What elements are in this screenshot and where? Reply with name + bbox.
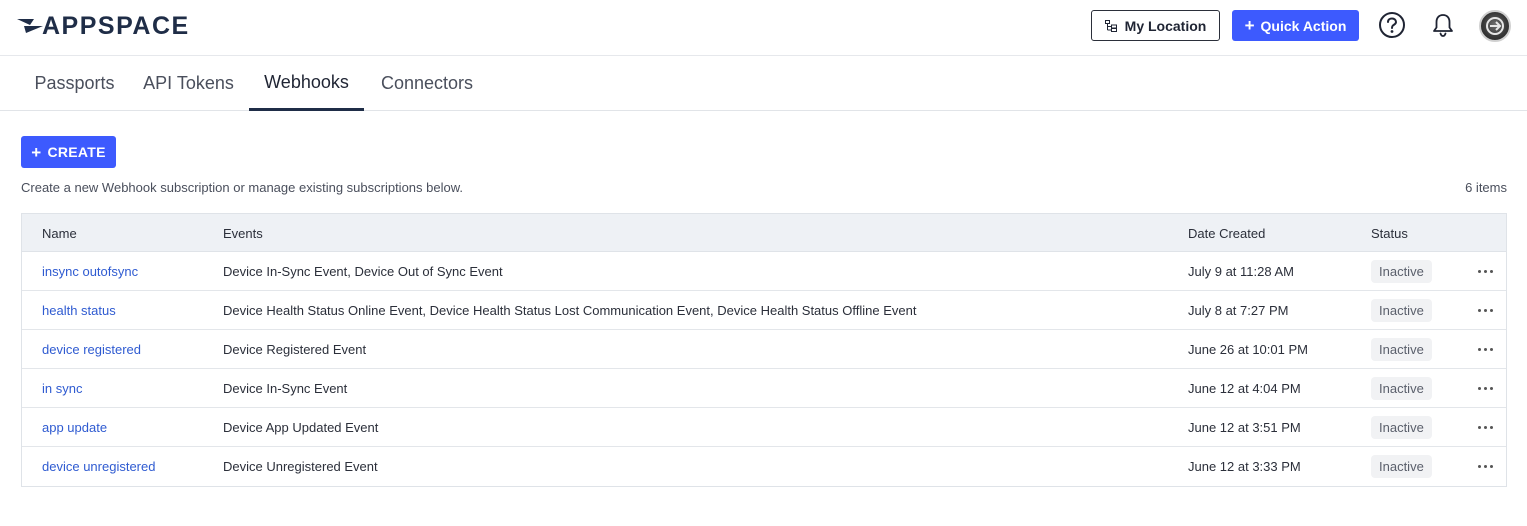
create-button[interactable]: + CREATE bbox=[21, 136, 116, 168]
webhook-name-link[interactable]: device registered bbox=[42, 330, 141, 369]
logo-text: APPSPACE bbox=[42, 11, 190, 40]
status-badge: Inactive bbox=[1371, 377, 1432, 400]
page-description: Create a new Webhook subscription or man… bbox=[21, 180, 463, 195]
column-header-date-created[interactable]: Date Created bbox=[1188, 214, 1265, 252]
webhook-events: Device App Updated Event bbox=[223, 420, 379, 435]
tab-connectors[interactable]: Connectors bbox=[366, 56, 488, 111]
my-location-label: My Location bbox=[1124, 17, 1207, 34]
column-header-events[interactable]: Events bbox=[223, 214, 263, 252]
webhook-events: Device Health Status Online Event, Devic… bbox=[223, 303, 917, 318]
quick-action-label: Quick Action bbox=[1260, 17, 1347, 34]
more-options-icon[interactable] bbox=[1474, 291, 1496, 330]
tab-webhooks[interactable]: Webhooks bbox=[249, 56, 364, 111]
webhook-name-link[interactable]: insync outofsync bbox=[42, 252, 138, 291]
webhook-name-link[interactable]: app update bbox=[42, 408, 107, 447]
table-header: Name Events Date Created Status bbox=[22, 214, 1506, 252]
webhook-events: Device In-Sync Event, Device Out of Sync… bbox=[223, 264, 503, 279]
webhook-date-created: June 12 at 3:51 PM bbox=[1188, 420, 1301, 435]
table-row[interactable]: in sync Device In-Sync Event June 12 at … bbox=[22, 369, 1506, 408]
more-options-icon[interactable] bbox=[1474, 408, 1496, 447]
webhook-events: Device In-Sync Event bbox=[223, 381, 348, 396]
top-bar: APPSPACE My Location + Quick Action bbox=[0, 0, 1527, 56]
status-badge: Inactive bbox=[1371, 455, 1432, 478]
quick-action-button[interactable]: + Quick Action bbox=[1232, 10, 1359, 41]
more-options-icon[interactable] bbox=[1474, 330, 1496, 369]
tab-api-tokens[interactable]: API Tokens bbox=[130, 56, 247, 111]
create-label: CREATE bbox=[47, 144, 106, 160]
item-count: 6 items bbox=[1465, 180, 1507, 195]
status-badge: Inactive bbox=[1371, 260, 1432, 283]
table-row[interactable]: health status Device Health Status Onlin… bbox=[22, 291, 1506, 330]
webhooks-table: Name Events Date Created Status insync o… bbox=[21, 213, 1507, 487]
webhook-date-created: June 12 at 3:33 PM bbox=[1188, 459, 1301, 474]
table-row[interactable]: device unregistered Device Unregistered … bbox=[22, 447, 1506, 486]
webhook-date-created: June 12 at 4:04 PM bbox=[1188, 381, 1301, 396]
more-options-icon[interactable] bbox=[1474, 369, 1496, 408]
bell-icon[interactable] bbox=[1431, 12, 1455, 38]
plus-icon: + bbox=[1244, 16, 1255, 35]
webhook-date-created: June 26 at 10:01 PM bbox=[1188, 342, 1308, 357]
location-tree-icon bbox=[1104, 19, 1117, 32]
webhook-name-link[interactable]: in sync bbox=[42, 369, 82, 408]
plus-icon: + bbox=[31, 142, 42, 162]
column-header-status[interactable]: Status bbox=[1371, 214, 1408, 252]
status-badge: Inactive bbox=[1371, 299, 1432, 322]
status-badge: Inactive bbox=[1371, 338, 1432, 361]
tab-passports[interactable]: Passports bbox=[21, 56, 128, 111]
webhook-date-created: July 9 at 11:28 AM bbox=[1188, 264, 1294, 279]
logo-mark-icon bbox=[17, 19, 43, 33]
help-circle-icon[interactable] bbox=[1378, 11, 1406, 39]
table-row[interactable]: app update Device App Updated Event June… bbox=[22, 408, 1506, 447]
webhook-date-created: July 8 at 7:27 PM bbox=[1188, 303, 1289, 318]
my-location-button[interactable]: My Location bbox=[1091, 10, 1220, 41]
webhook-events: Device Unregistered Event bbox=[223, 459, 378, 474]
webhook-name-link[interactable]: health status bbox=[42, 291, 116, 330]
webhook-events: Device Registered Event bbox=[223, 342, 367, 357]
avatar[interactable] bbox=[1479, 10, 1511, 42]
status-badge: Inactive bbox=[1371, 416, 1432, 439]
webhook-name-link[interactable]: device unregistered bbox=[42, 447, 155, 486]
column-header-name[interactable]: Name bbox=[42, 214, 77, 252]
more-options-icon[interactable] bbox=[1474, 252, 1496, 291]
table-row[interactable]: insync outofsync Device In-Sync Event, D… bbox=[22, 252, 1506, 291]
table-row[interactable]: device registered Device Registered Even… bbox=[22, 330, 1506, 369]
more-options-icon[interactable] bbox=[1474, 447, 1496, 486]
appspace-logo[interactable]: APPSPACE bbox=[16, 12, 190, 40]
tab-bar: Passports API Tokens Webhooks Connectors bbox=[0, 56, 1527, 111]
